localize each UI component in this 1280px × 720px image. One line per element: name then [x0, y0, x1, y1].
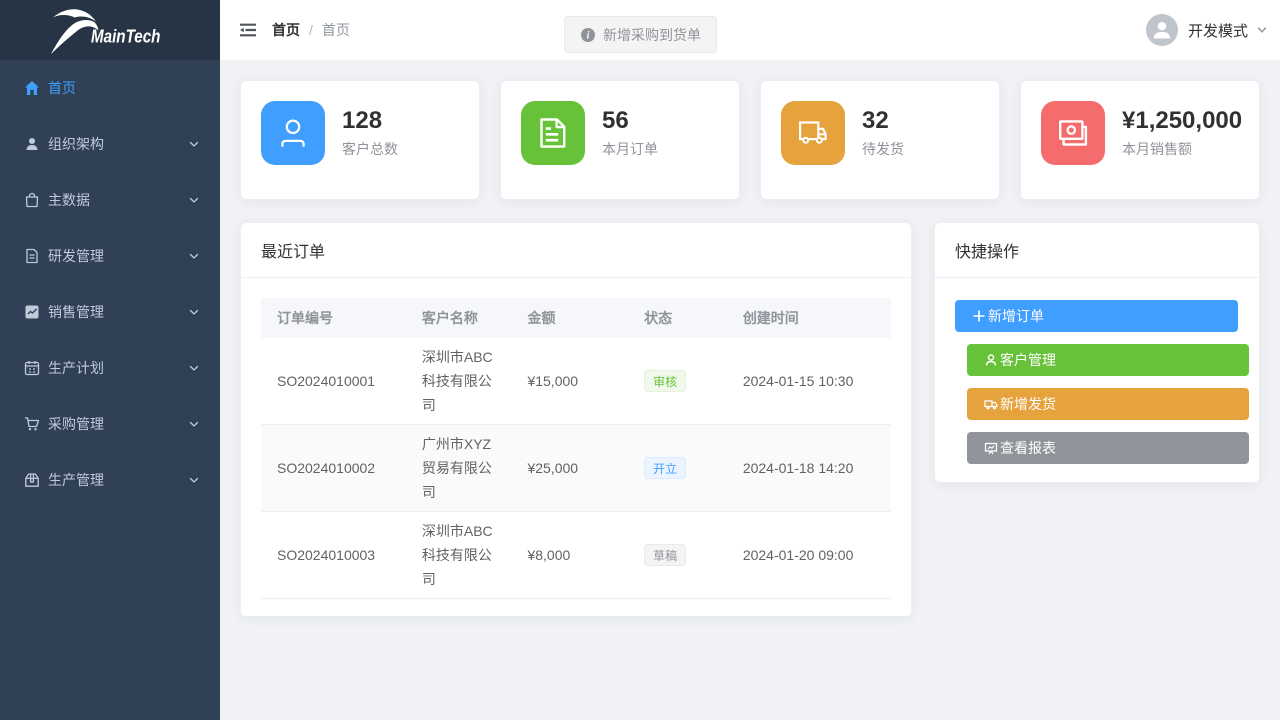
svg-text:MainTech: MainTech [91, 26, 160, 47]
svg-text:i: i [587, 30, 590, 41]
